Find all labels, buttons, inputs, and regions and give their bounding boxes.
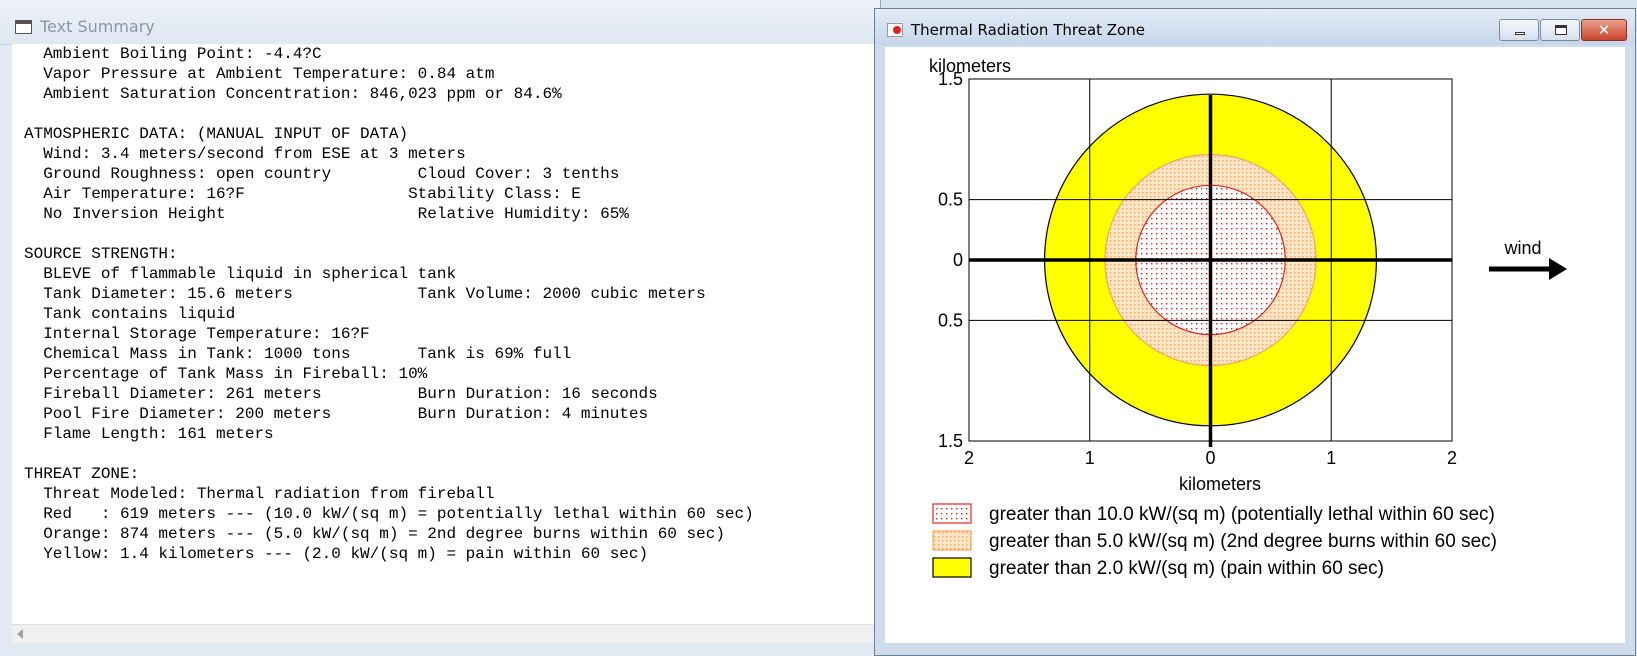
- minimize-icon: [1515, 32, 1525, 35]
- y-tick-label: 0: [953, 250, 963, 270]
- threat-zone-plot-area: 2 1 0 1 2 1.5 0.5 0 0.5 1.5 kilometers kilometers…: [885, 47, 1625, 643]
- threat-zone-title: Thermal Radiation Threat Zone: [911, 21, 1145, 39]
- text-summary-window: Text Summary Ambient Boiling Point: -4.4…: [0, 0, 881, 656]
- x-tick-label: 1: [1085, 448, 1095, 468]
- minimize-button[interactable]: [1499, 19, 1539, 41]
- x-tick-label: 2: [1447, 448, 1457, 468]
- text-summary-titlebar[interactable]: Text Summary: [0, 0, 880, 45]
- y-tick-label: 0.5: [938, 310, 963, 330]
- close-icon: ✕: [1597, 21, 1611, 39]
- legend-label-yellow: greater than 2.0 kW/(sq m) (pain within …: [989, 558, 1384, 579]
- x-tick-label: 2: [964, 448, 974, 468]
- wind-indicator: wind: [1489, 238, 1567, 280]
- legend-swatch-red: [932, 503, 972, 524]
- x-tick-label: 0: [1205, 448, 1215, 468]
- legend-label-orange: greater than 5.0 kW/(sq m) (2nd degree b…: [989, 531, 1497, 552]
- x-axis-label: kilometers: [1179, 474, 1261, 494]
- legend-swatch-orange: [932, 530, 972, 551]
- threat-zone-window: Thermal Radiation Threat Zone ✕ 2 1 0 1 2 1.5…: [874, 8, 1636, 656]
- maximize-button[interactable]: [1540, 19, 1580, 41]
- aloha-app-icon: [887, 23, 903, 37]
- legend-label-red: greater than 10.0 kW/(sq m) (potentially…: [989, 504, 1495, 525]
- threat-zone-chart: 2 1 0 1 21.50.500.51.5 kilometers kilometers…: [929, 56, 1567, 579]
- text-summary-content: Ambient Boiling Point: -4.4?C Vapor Pres…: [12, 44, 880, 624]
- horizontal-scrollbar[interactable]: [12, 624, 880, 643]
- window-app-icon: [15, 20, 32, 34]
- maximize-icon: [1555, 25, 1567, 35]
- y-axis-label: kilometers: [929, 56, 1011, 76]
- threat-zone-titlebar[interactable]: Thermal Radiation Threat Zone ✕: [875, 9, 1635, 45]
- wind-label: wind: [1503, 238, 1541, 258]
- y-tick-label: 0.5: [938, 190, 963, 210]
- x-tick-label: 1: [1326, 448, 1336, 468]
- legend-swatch-yellow: [932, 557, 972, 578]
- wind-arrow-icon: [1549, 258, 1567, 280]
- summary-text: Ambient Boiling Point: -4.4?C Vapor Pres…: [24, 45, 754, 563]
- y-tick-label: 1.5: [938, 431, 963, 451]
- text-summary-title: Text Summary: [40, 17, 155, 36]
- legend: greater than 10.0 kW/(sq m) (potentially…: [932, 503, 1497, 579]
- scroll-left-arrow-icon[interactable]: [17, 629, 23, 639]
- close-button[interactable]: ✕: [1581, 19, 1627, 41]
